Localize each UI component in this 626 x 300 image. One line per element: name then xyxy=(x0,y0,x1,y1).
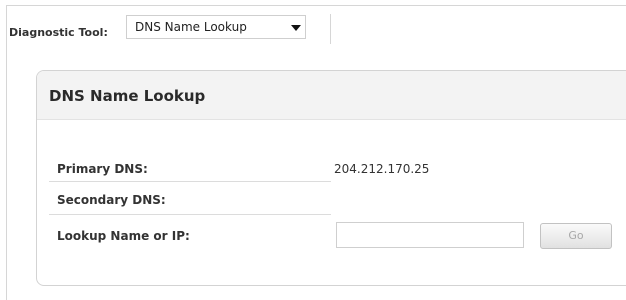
dns-lookup-panel: DNS Name Lookup Primary DNS: 204.212.170… xyxy=(36,70,626,286)
panel-title: DNS Name Lookup xyxy=(49,87,206,105)
panel-header: DNS Name Lookup xyxy=(37,71,626,120)
diagnostic-tool-select[interactable]: DNS Name Lookup xyxy=(126,15,306,39)
chevron-down-icon xyxy=(291,25,301,31)
toolbar-divider xyxy=(330,14,331,44)
go-button[interactable]: Go xyxy=(540,223,612,249)
primary-dns-label: Primary DNS: xyxy=(57,162,148,176)
frame-top-border xyxy=(6,5,626,6)
row-divider xyxy=(49,181,331,182)
frame-left-border xyxy=(6,5,7,300)
row-divider xyxy=(49,214,331,215)
primary-dns-value: 204.212.170.25 xyxy=(334,162,430,176)
diagnostic-tool-selected-value: DNS Name Lookup xyxy=(135,20,247,34)
secondary-dns-label: Secondary DNS: xyxy=(57,193,166,207)
lookup-name-input[interactable] xyxy=(336,222,524,248)
lookup-name-label: Lookup Name or IP: xyxy=(57,229,190,243)
diagnostic-tool-label: Diagnostic Tool: xyxy=(9,26,108,39)
